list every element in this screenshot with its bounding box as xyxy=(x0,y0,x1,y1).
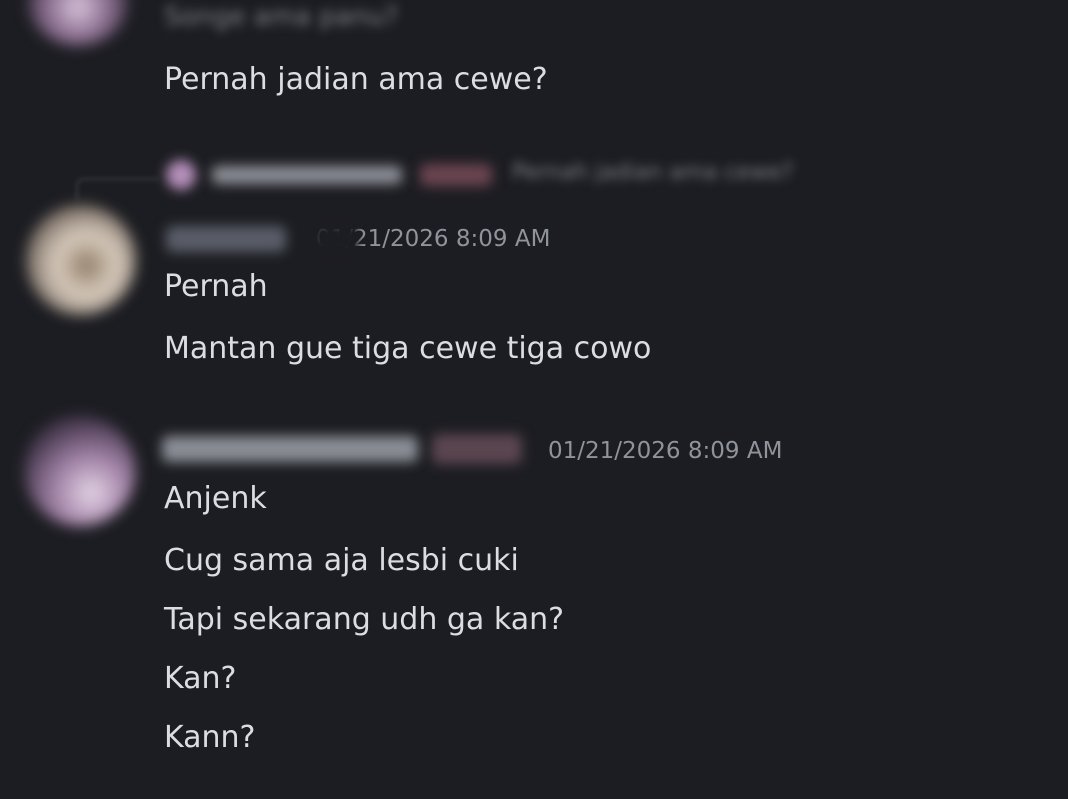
avatar[interactable] xyxy=(24,416,136,526)
reply-badge-blur xyxy=(420,164,492,186)
username-blur[interactable] xyxy=(166,226,286,252)
message-text: Kann? xyxy=(164,720,256,755)
message-timestamp: 01/21/2026 8:09 AM xyxy=(548,438,783,464)
message-text: Anjenk xyxy=(164,481,267,516)
username-blur[interactable] xyxy=(162,436,418,462)
timestamp-blur-overlay xyxy=(314,226,358,254)
avatar[interactable] xyxy=(28,0,128,46)
message-text: Mantan gue tiga cewe tiga cowo xyxy=(164,331,652,366)
reply-preview-text: Pernah jadian ama cewe? xyxy=(512,160,794,185)
blurred-previous-message: Songe ama panu? xyxy=(164,2,399,32)
role-badge-blur xyxy=(432,434,522,464)
message-text: Kan? xyxy=(164,661,237,696)
chat-message-list: Songe ama panu? Pernah jadian ama cewe? … xyxy=(0,0,1068,799)
avatar[interactable] xyxy=(26,205,136,315)
reply-connector xyxy=(76,178,158,200)
message-text: Pernah jadian ama cewe? xyxy=(164,62,548,97)
reply-avatar xyxy=(166,160,196,190)
message-text: Tapi sekarang udh ga kan? xyxy=(164,602,565,637)
message-text: Pernah xyxy=(164,269,268,304)
reply-username-blur xyxy=(212,166,402,184)
message-text: Cug sama aja lesbi cuki xyxy=(164,543,519,578)
